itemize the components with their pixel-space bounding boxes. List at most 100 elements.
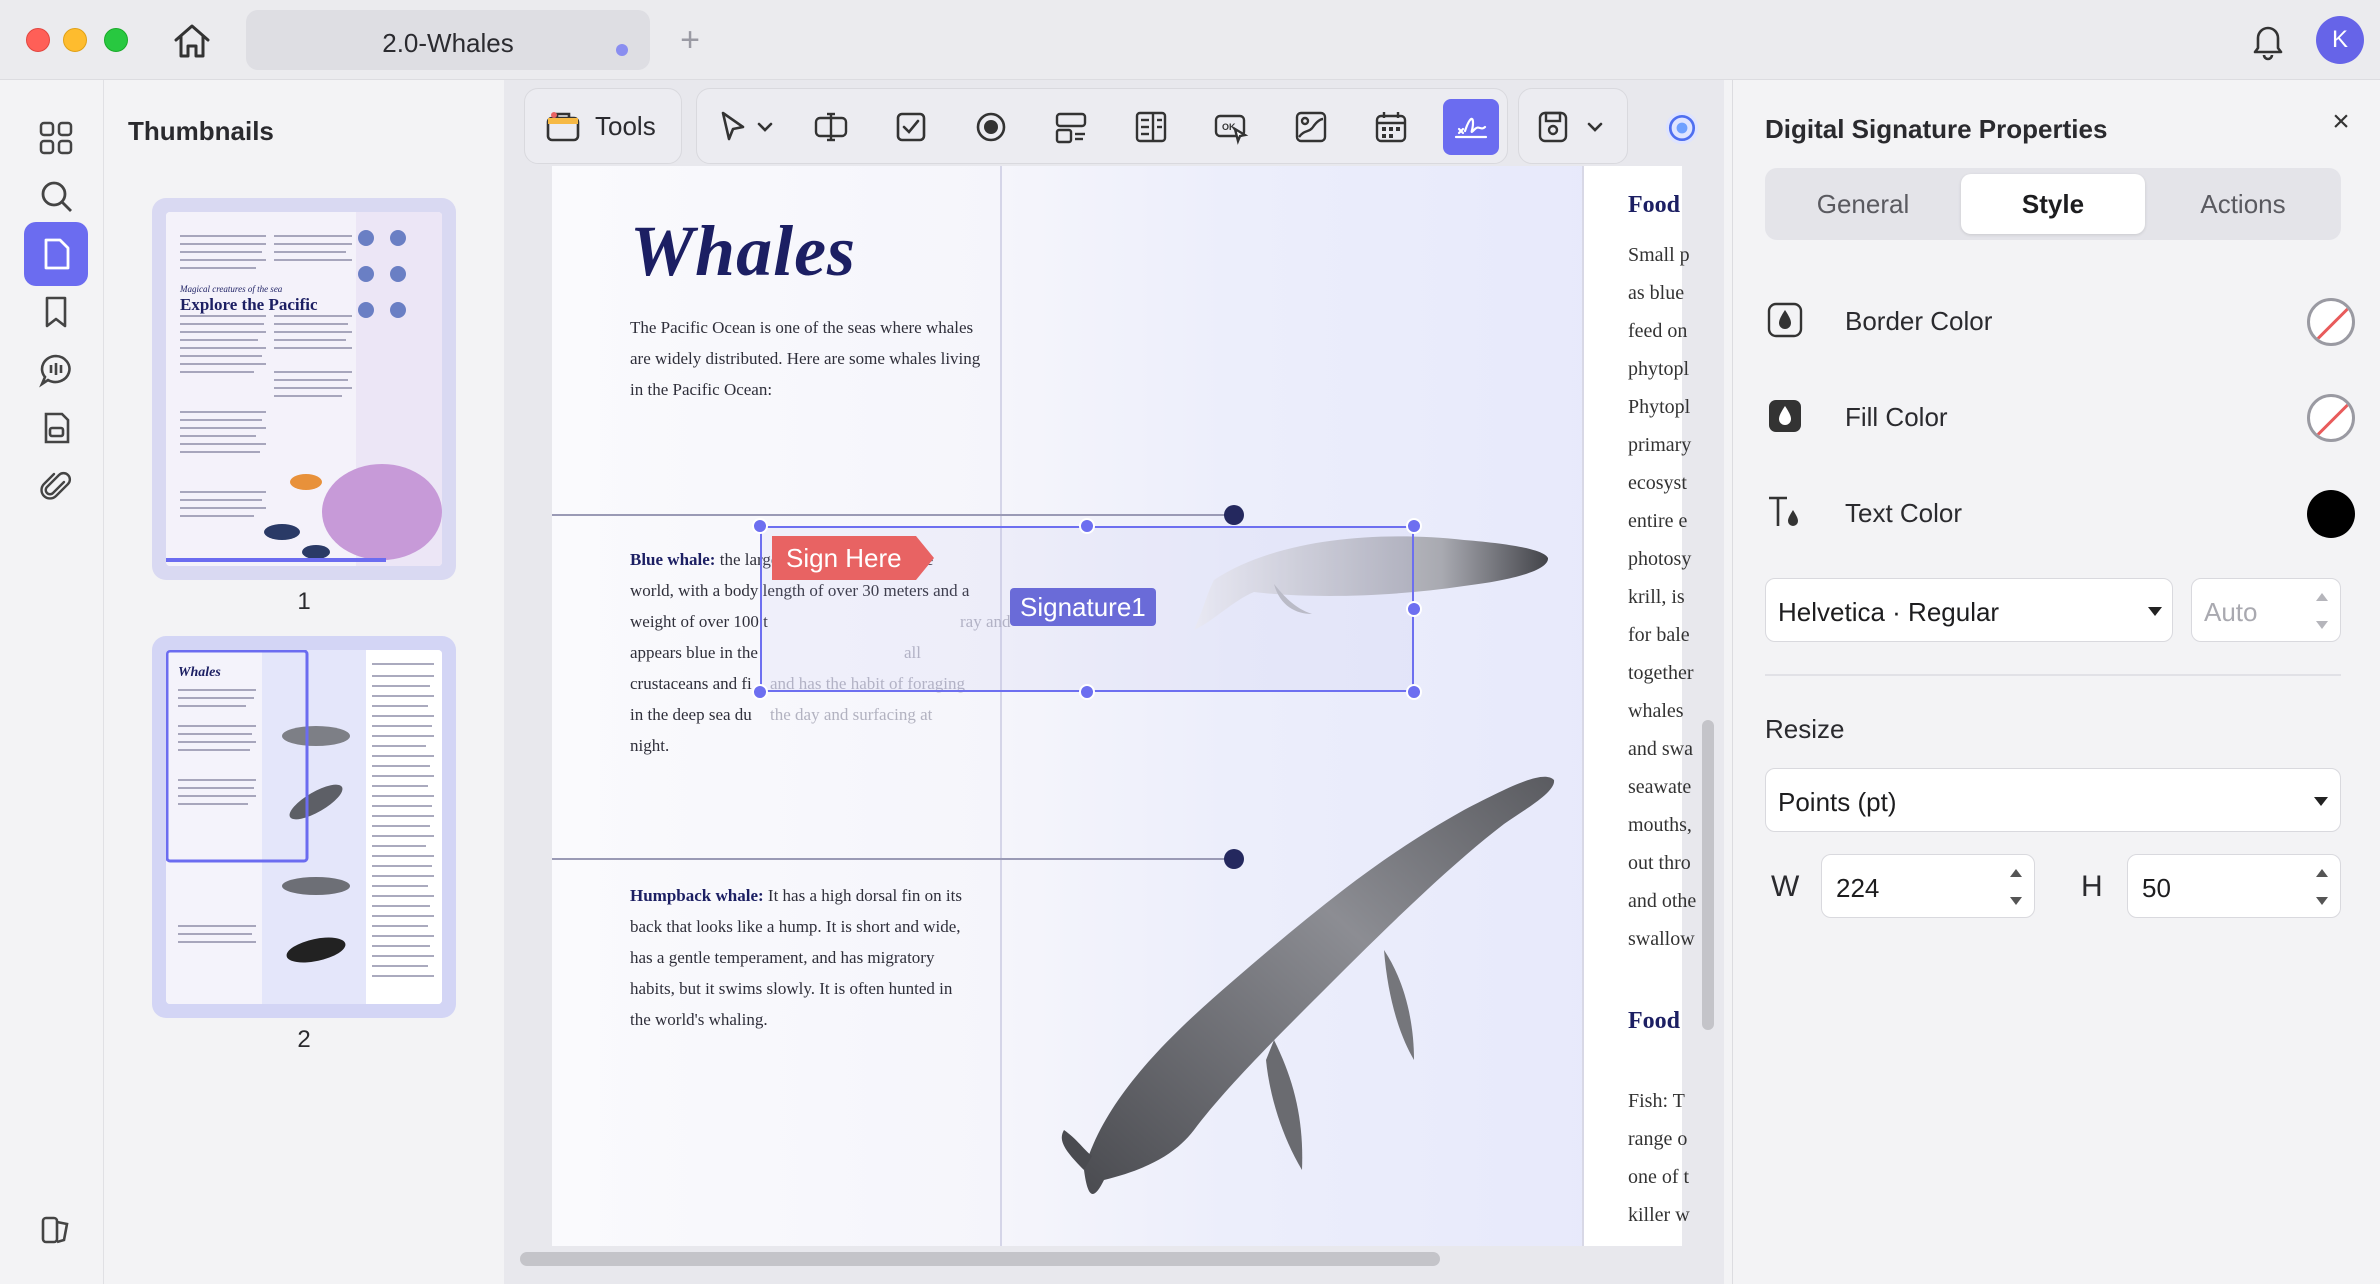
text-color-swatch[interactable] (2307, 490, 2355, 538)
font-size-stepper[interactable] (2316, 593, 2330, 629)
form-icon[interactable] (24, 396, 88, 460)
resize-handle-bottom[interactable] (1079, 684, 1095, 700)
minimize-window-button[interactable] (63, 28, 87, 52)
border-color-swatch[interactable] (2307, 298, 2355, 346)
close-window-button[interactable] (26, 28, 50, 52)
form-settings-chevron-icon[interactable] (1583, 105, 1607, 149)
image-field-icon[interactable] (1287, 105, 1335, 149)
toolbar: Tools OK (504, 80, 1724, 176)
font-select-value: Helvetica · Regular (1778, 597, 2000, 627)
width-input[interactable]: 224 (1821, 854, 2035, 918)
paperclip-icon[interactable] (24, 454, 88, 518)
humpback-line-4: habits, but it swims slowly. It is often… (630, 979, 953, 998)
close-icon[interactable]: × (2323, 104, 2359, 140)
right-column-line-1: Small p (1628, 244, 1690, 266)
tab-general[interactable]: General (1771, 174, 1955, 234)
home-icon[interactable] (168, 18, 216, 62)
text-field-icon[interactable] (807, 105, 855, 149)
humpback-paragraph: Humpback whale: It has a high dorsal fin… (630, 880, 1030, 1035)
font-select[interactable]: Helvetica · Regular (1765, 578, 2173, 642)
resize-handle-right[interactable] (1406, 601, 1422, 617)
right-column-line-15: seawate (1628, 776, 1692, 798)
digital-signature-icon[interactable] (1443, 99, 1499, 155)
theme-icon[interactable] (24, 1198, 88, 1262)
bell-icon[interactable] (2248, 18, 2288, 62)
humpback-line-3: has a gentle temperament, and has migrat… (630, 948, 935, 967)
blue-whale-line-6: in the deep sea du (630, 705, 752, 724)
right-column-line-6: primary (1628, 434, 1692, 456)
guide-dot-2 (1224, 849, 1244, 869)
sign-here-tag: Sign Here (772, 536, 934, 580)
width-value: 224 (1836, 873, 1880, 903)
height-stepper[interactable] (2316, 869, 2330, 905)
combo-box-icon[interactable] (1047, 105, 1095, 149)
blue-whale-line-3: weight of over 100 t (630, 612, 768, 631)
food-heading-2: Food (1628, 1008, 1681, 1034)
right-column-line-17: out thro (1628, 852, 1691, 874)
tools-label: Tools (595, 110, 656, 141)
tools-button[interactable]: Tools (524, 88, 682, 164)
grid-icon[interactable] (24, 106, 88, 170)
thumbnails-heading: Thumbnails (128, 116, 274, 146)
zoom-window-button[interactable] (104, 28, 128, 52)
border-color-label: Border Color (1845, 306, 1993, 336)
resize-handle-top-left[interactable] (752, 518, 768, 534)
blue-whale-faded-4: the day and surfacing at (770, 705, 933, 724)
new-tab-button[interactable]: + (672, 18, 708, 62)
right-column-line-7: ecosyst (1628, 472, 1687, 494)
comment-icon[interactable] (24, 338, 88, 402)
document-viewport[interactable]: Whales The Pacific Ocean is one of the s… (504, 80, 1724, 1284)
document-tab-title: 2.0-Whales (382, 28, 514, 58)
thumbnail-page-2[interactable]: Whales (152, 636, 456, 1018)
bookmark-icon[interactable] (24, 280, 88, 344)
document-tab[interactable]: 2.0-Whales (246, 10, 650, 70)
resize-handle-top-right[interactable] (1406, 518, 1422, 534)
thumb1-title: Explore the Pacific (180, 295, 318, 314)
resize-handle-bottom-left[interactable] (752, 684, 768, 700)
fill-color-swatch[interactable] (2307, 394, 2355, 442)
document-title: Whales (630, 211, 857, 291)
resize-handle-bottom-right[interactable] (1406, 684, 1422, 700)
list-box-icon[interactable] (1127, 105, 1175, 149)
select-dropdown-chevron-icon[interactable] (753, 105, 777, 149)
search-icon[interactable] (24, 164, 88, 228)
page-icon[interactable] (24, 222, 88, 286)
border-color-icon (1767, 302, 1803, 338)
ai-assistant-icon[interactable] (1654, 100, 1710, 156)
width-stepper[interactable] (2010, 869, 2024, 905)
tab-style[interactable]: Style (1961, 174, 2145, 234)
right-column-line-3: feed on (1628, 320, 1688, 342)
form-settings-icon[interactable] (1529, 105, 1577, 149)
right-column-line-b-2: range o (1628, 1128, 1688, 1150)
checkbox-icon[interactable] (887, 105, 935, 149)
thumbnail-page-1[interactable]: Magical creatures of the sea Explore the… (152, 198, 456, 580)
right-column-line-b-3: one of t (1628, 1166, 1690, 1188)
select-pointer-icon[interactable] (709, 105, 757, 149)
unit-select[interactable]: Points (pt) (1765, 768, 2341, 832)
date-field-icon[interactable] (1367, 105, 1415, 149)
unit-select-value: Points (pt) (1778, 787, 1897, 817)
horizontal-scrollbar[interactable] (520, 1252, 1440, 1266)
food-heading-1: Food (1628, 192, 1681, 218)
right-column-line-8: entire e (1628, 510, 1688, 532)
font-select-chevron-icon (2148, 607, 2162, 616)
height-value: 50 (2142, 873, 2171, 903)
right-column-line-12: together (1628, 662, 1694, 684)
font-size-input[interactable]: Auto (2191, 578, 2341, 642)
resize-handle-top[interactable] (1079, 518, 1095, 534)
blue-whale-line-7: night. (630, 736, 670, 755)
blue-whale-line-4: appears blue in the (630, 643, 758, 662)
right-column-line-18: and othe (1628, 890, 1697, 912)
vertical-scrollbar[interactable] (1702, 720, 1714, 1030)
avatar[interactable]: K (2316, 16, 2364, 64)
radio-button-icon[interactable] (967, 105, 1015, 149)
properties-tabs: General Style Actions (1765, 168, 2341, 240)
border-color-row: Border Color (1765, 290, 2355, 350)
height-input[interactable]: 50 (2127, 854, 2341, 918)
right-column-line-11: for bale (1628, 624, 1690, 646)
right-column-line-5: Phytopl (1628, 396, 1691, 418)
form-tools-group: OK (696, 88, 1508, 164)
button-field-icon[interactable]: OK (1207, 105, 1255, 149)
tab-actions[interactable]: Actions (2151, 174, 2335, 234)
right-column-line-19: swallow (1628, 928, 1695, 950)
